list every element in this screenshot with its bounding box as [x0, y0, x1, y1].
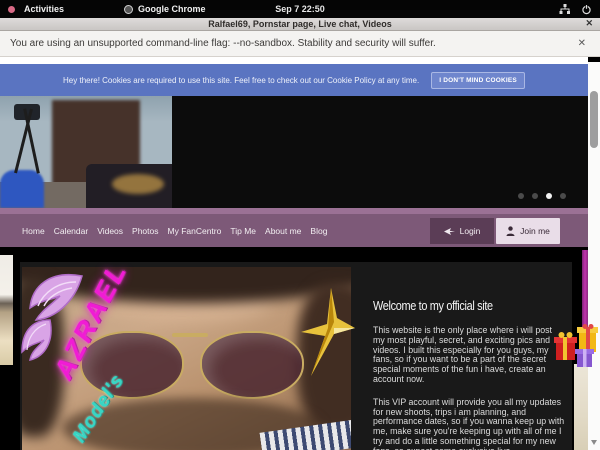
window-title: Ralfael69, Pornstar page, Live chat, Vid… [208, 19, 391, 29]
cookie-consent-bar: Hey there! Cookies are required to use t… [0, 64, 588, 96]
login-label: Login [460, 226, 481, 236]
warning-close-button[interactable]: ✕ [578, 38, 586, 49]
welcome-paragraph-1: This website is the only place where i w… [373, 326, 565, 385]
chrome-icon [124, 5, 133, 14]
carousel-dot-3-active[interactable] [546, 193, 552, 199]
nav-item-photos[interactable]: Photos [132, 226, 158, 236]
app-menu-button[interactable]: Google Chrome [120, 0, 210, 18]
network-icon[interactable] [559, 4, 571, 15]
chrome-warning-bar: You are using an unsupported command-lin… [0, 31, 600, 57]
nav-item-videos[interactable]: Videos [97, 226, 123, 236]
nav-item-calendar[interactable]: Calendar [54, 226, 89, 236]
app-menu-label: Google Chrome [138, 4, 206, 14]
carousel-dot-1[interactable] [518, 193, 524, 199]
join-me-button[interactable]: Join me [496, 218, 560, 244]
activities-button[interactable]: Activities [20, 0, 68, 18]
cookie-message: Hey there! Cookies are required to use t… [63, 76, 419, 85]
gold-star-decoration [301, 288, 355, 376]
nav-links: Home Calendar Videos Photos My FanCentro… [22, 226, 327, 236]
scrollbar[interactable] [588, 62, 600, 450]
welcome-section: Welcome to my official site This website… [373, 262, 565, 450]
nav-item-tipme[interactable]: Tip Me [230, 226, 256, 236]
nav-item-fancentro[interactable]: My FanCentro [168, 226, 222, 236]
welcome-heading: Welcome to my official site [373, 298, 534, 313]
carousel-dot-4[interactable] [560, 193, 566, 199]
join-me-label: Join me [520, 226, 550, 236]
desktop-top-bar: Activities Google Chrome Sep 7 22:50 [0, 0, 600, 18]
sunglasses-lens [200, 331, 304, 399]
nav-item-blog[interactable]: Blog [310, 226, 327, 236]
scrollbar-down-arrow[interactable] [591, 440, 597, 445]
gift-boxes-decoration [554, 324, 599, 368]
system-tray [559, 4, 600, 15]
page-top-margin [0, 57, 588, 64]
nav-item-home[interactable]: Home [22, 226, 45, 236]
background-image-left-sliver [0, 255, 13, 365]
photo-blue-object [0, 170, 44, 208]
hero-carousel [0, 96, 588, 208]
carousel-dots [518, 193, 566, 199]
clock[interactable]: Sep 7 22:50 [0, 4, 600, 14]
background-image-right-sliver [574, 364, 588, 450]
photo-blanket [112, 174, 164, 194]
carousel-dot-2[interactable] [532, 193, 538, 199]
welcome-paragraph-2: This VIP account will provide you all my… [373, 398, 565, 450]
login-button[interactable]: Login [430, 218, 494, 244]
power-icon[interactable] [581, 4, 592, 15]
activities-label: Activities [24, 4, 64, 14]
nav-item-aboutme[interactable]: About me [265, 226, 301, 236]
sunglasses-bridge [172, 333, 208, 337]
cookie-accept-button[interactable]: I DON'T MIND COOKIES [431, 72, 525, 89]
main-content-panel: AZRAEL Model's Welcome to my official si… [20, 262, 572, 450]
window-title-bar: Ralfael69, Pornstar page, Live chat, Vid… [0, 18, 600, 31]
site-navigation: Home Calendar Videos Photos My FanCentro… [0, 214, 588, 247]
warning-text: You are using an unsupported command-lin… [10, 38, 436, 49]
window-close-button[interactable]: ✕ [585, 18, 593, 29]
notification-dot-icon [8, 6, 15, 13]
person-icon [506, 226, 515, 236]
scrollbar-thumb[interactable] [590, 91, 598, 148]
carousel-slide-photo [0, 96, 172, 208]
login-arrow-icon [444, 227, 455, 236]
